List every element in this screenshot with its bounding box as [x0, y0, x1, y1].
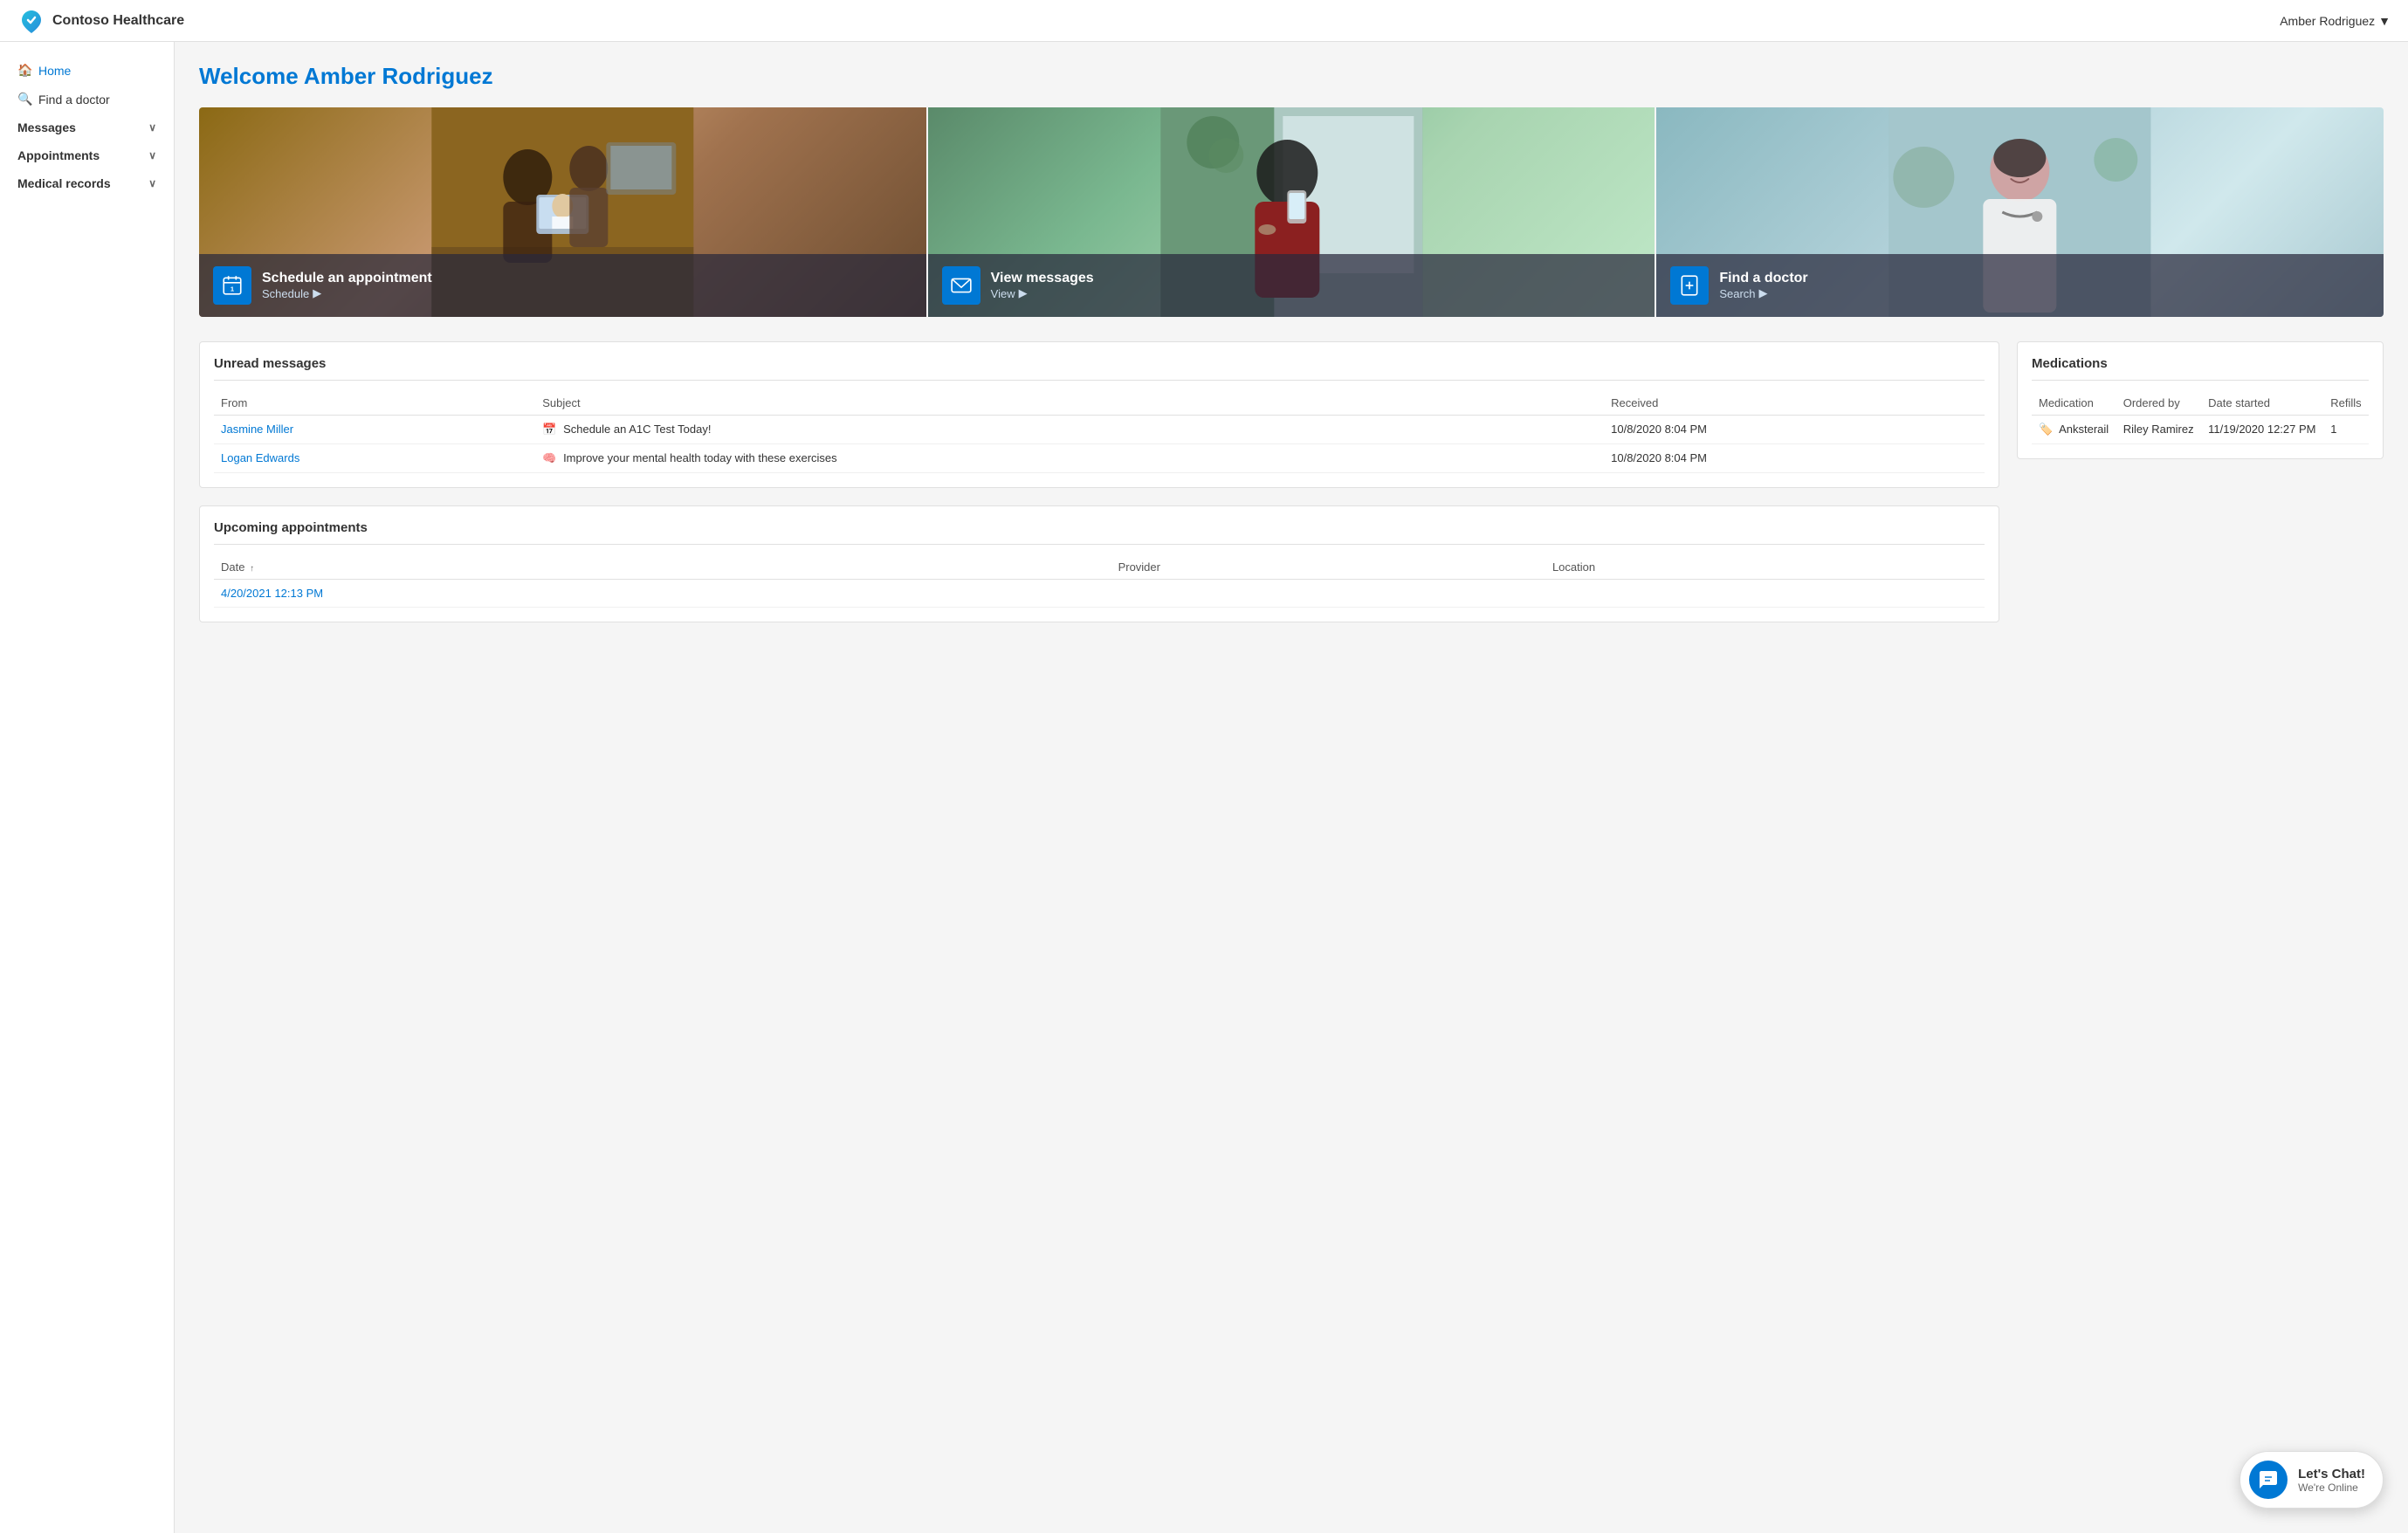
brand-name: Contoso Healthcare — [52, 13, 184, 29]
appointment-date-1[interactable]: 4/20/2021 12:13 PM — [221, 587, 323, 600]
col-medication: Medication — [2032, 391, 2116, 416]
col-from: From — [214, 391, 535, 416]
hero-messages-action: View ▶ — [991, 286, 1094, 300]
chat-main-label: Let's Chat! — [2298, 1467, 2365, 1481]
brain-subject-icon: 🧠 — [542, 451, 556, 464]
col-location: Location — [1545, 555, 1985, 580]
upcoming-appointments-card: Upcoming appointments Date ↑ Provider Lo… — [199, 505, 1999, 622]
messages-chevron-icon: ∨ — [148, 121, 156, 134]
appointment-location-1 — [1545, 580, 1985, 608]
appointments-table: Date ↑ Provider Location 4/20/2021 12:13… — [214, 555, 1985, 608]
subject-2: Improve your mental health today with th… — [563, 451, 837, 464]
hero-find-doctor-title: Find a doctor — [1719, 271, 1807, 286]
appointments-chevron-icon: ∨ — [148, 149, 156, 162]
page-title: Welcome Amber Rodriguez — [199, 63, 2384, 90]
col-subject: Subject — [535, 391, 1604, 416]
user-menu[interactable]: Amber Rodriguez ▼ — [2280, 14, 2391, 28]
hero-schedule-text: Schedule an appointment Schedule ▶ — [262, 271, 432, 300]
col-received: Received — [1604, 391, 1985, 416]
schedule-icon-box: 1 — [213, 266, 251, 305]
sidebar-nav-medical-records[interactable]: Medical records ∨ — [0, 169, 174, 197]
hero-card-schedule[interactable]: 1 Schedule an appointment Schedule ▶ — [199, 107, 926, 317]
sender-jasmine[interactable]: Jasmine Miller — [221, 423, 293, 436]
user-name: Amber Rodriguez — [2280, 14, 2375, 28]
sidebar: 🏠 Home 🔍 Find a doctor Messages ∨ Appoin… — [0, 42, 175, 1533]
hero-card-find-doctor[interactable]: Find a doctor Search ▶ — [1656, 107, 2384, 317]
page-layout: 🏠 Home 🔍 Find a doctor Messages ∨ Appoin… — [0, 42, 2408, 1533]
subject-1: Schedule an A1C Test Today! — [563, 423, 711, 436]
medication-tag-icon: 🏷️ — [2039, 423, 2053, 436]
find-doctor-icon-box — [1670, 266, 1709, 305]
upcoming-appointments-title: Upcoming appointments — [214, 520, 1985, 545]
sender-logan[interactable]: Logan Edwards — [221, 451, 299, 464]
hero-card-messages[interactable]: View messages View ▶ — [928, 107, 1655, 317]
chat-sub-label: We're Online — [2298, 1481, 2365, 1494]
sidebar-nav-appointments-label: Appointments — [17, 148, 100, 162]
hero-find-doctor-action: Search ▶ — [1719, 286, 1807, 300]
appointment-row-1: 4/20/2021 12:13 PM — [214, 580, 1985, 608]
hero-card-find-doctor-overlay: Find a doctor Search ▶ — [1656, 254, 2384, 317]
calendar-subject-icon: 📅 — [542, 423, 556, 436]
col-date[interactable]: Date ↑ — [214, 555, 1111, 580]
col-provider: Provider — [1111, 555, 1545, 580]
col-ordered-by: Ordered by — [2116, 391, 2201, 416]
hero-messages-title: View messages — [991, 271, 1094, 286]
brand: Contoso Healthcare — [17, 7, 184, 35]
hero-schedule-title: Schedule an appointment — [262, 271, 432, 286]
sidebar-item-find-doctor-label: Find a doctor — [38, 93, 110, 107]
right-column: Medications Medication Ordered by Date s… — [2017, 341, 2384, 640]
chat-button[interactable]: Let's Chat! We're Online — [2239, 1451, 2384, 1509]
medication-refills-1: 1 — [2323, 416, 2369, 444]
sidebar-nav-medical-records-label: Medical records — [17, 176, 111, 190]
messages-icon-box — [942, 266, 980, 305]
unread-messages-title: Unread messages — [214, 356, 1985, 381]
sidebar-nav-messages[interactable]: Messages ∨ — [0, 113, 174, 141]
message-row-1: Jasmine Miller 📅 Schedule an A1C Test To… — [214, 416, 1985, 444]
appointment-provider-1 — [1111, 580, 1545, 608]
date-sort-icon: ↑ — [250, 564, 254, 574]
chat-label: Let's Chat! We're Online — [2298, 1467, 2365, 1494]
sidebar-nav-appointments[interactable]: Appointments ∨ — [0, 141, 174, 169]
hero-card-messages-overlay: View messages View ▶ — [928, 254, 1655, 317]
hero-messages-text: View messages View ▶ — [991, 271, 1094, 300]
dashboard-grid: Unread messages From Subject Received Ja… — [199, 341, 2384, 640]
col-refills: Refills — [2323, 391, 2369, 416]
left-column: Unread messages From Subject Received Ja… — [199, 341, 1999, 640]
sidebar-nav-messages-label: Messages — [17, 120, 76, 134]
find-doctor-icon: 🔍 — [17, 92, 31, 107]
sidebar-item-home-label: Home — [38, 64, 71, 78]
sidebar-item-find-doctor[interactable]: 🔍 Find a doctor — [0, 85, 174, 113]
medications-table: Medication Ordered by Date started Refil… — [2032, 391, 2369, 444]
home-icon: 🏠 — [17, 63, 31, 78]
received-2: 10/8/2020 8:04 PM — [1604, 444, 1985, 473]
main-content: Welcome Amber Rodriguez — [175, 42, 2408, 1533]
medications-title: Medications — [2032, 356, 2369, 381]
medication-name-1: Anksterail — [2059, 423, 2109, 436]
brand-logo — [17, 7, 45, 35]
received-1: 10/8/2020 8:04 PM — [1604, 416, 1985, 444]
message-row-2: Logan Edwards 🧠 Improve your mental heal… — [214, 444, 1985, 473]
hero-schedule-action: Schedule ▶ — [262, 286, 432, 300]
unread-messages-table: From Subject Received Jasmine Miller 📅 S… — [214, 391, 1985, 473]
hero-card-schedule-overlay: 1 Schedule an appointment Schedule ▶ — [199, 254, 926, 317]
user-chevron-icon: ▼ — [2378, 14, 2391, 28]
sidebar-item-home[interactable]: 🏠 Home — [0, 56, 174, 85]
medical-records-chevron-icon: ∨ — [148, 177, 156, 189]
col-date-started: Date started — [2201, 391, 2323, 416]
hero-cards: 1 Schedule an appointment Schedule ▶ — [199, 107, 2384, 317]
medications-card: Medications Medication Ordered by Date s… — [2017, 341, 2384, 459]
chat-icon-circle — [2249, 1461, 2288, 1499]
app-header: Contoso Healthcare Amber Rodriguez ▼ — [0, 0, 2408, 42]
unread-messages-card: Unread messages From Subject Received Ja… — [199, 341, 1999, 488]
medication-row-1: 🏷️ Anksterail Riley Ramirez 11/19/2020 1… — [2032, 416, 2369, 444]
svg-text:1: 1 — [230, 285, 234, 293]
hero-find-doctor-text: Find a doctor Search ▶ — [1719, 271, 1807, 300]
medication-ordered-by-1: Riley Ramirez — [2116, 416, 2201, 444]
medication-date-started-1: 11/19/2020 12:27 PM — [2201, 416, 2323, 444]
